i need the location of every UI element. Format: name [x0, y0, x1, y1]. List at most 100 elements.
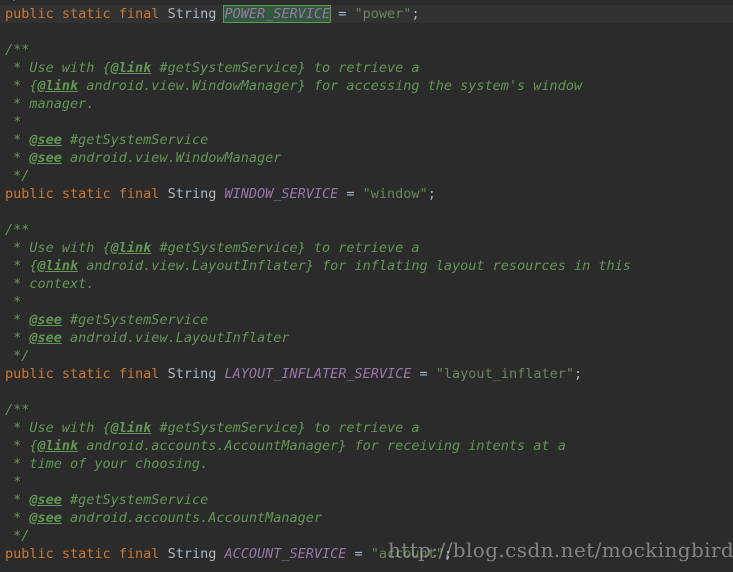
line-inflater-doc-3[interactable]: * context.	[0, 275, 733, 293]
code-token-cmtag: @see	[29, 132, 62, 148]
code-token-punc: ;	[443, 546, 453, 562]
line-inflater-doc-see-2[interactable]: * @see android.view.LayoutInflater	[0, 329, 733, 347]
code-token-cmtag: @see	[29, 312, 62, 328]
line-window-doc-1[interactable]: * Use with {@link #getSystemService} to …	[0, 59, 733, 77]
code-token-cm: */	[5, 348, 30, 364]
code-token-cm: /	[5, 0, 21, 4]
code-token-cm: *	[5, 312, 30, 328]
code-token-cm: *	[5, 114, 22, 130]
code-token-cm: #getSystemService	[61, 492, 209, 508]
code-token-cm: * {	[5, 258, 38, 274]
code-token-cm: *	[5, 150, 30, 166]
code-token-punc: ;	[411, 6, 420, 22]
line-power-service-decl[interactable]: public static final String POWER_SERVICE…	[0, 5, 733, 23]
code-token-cm: *	[5, 294, 22, 310]
code-token-cm: #getSystemService	[61, 132, 209, 148]
code-token-cm: *	[5, 474, 22, 490]
code-token-type: String	[167, 186, 225, 202]
code-token-cm: *	[5, 330, 30, 346]
line-inflater-doc-2[interactable]: * {@link android.view.LayoutInflater} fo…	[0, 257, 733, 275]
code-token-cmtag: @link	[37, 78, 79, 94]
code-token-punc: ;	[573, 366, 583, 382]
line-inflater-doc-see-1[interactable]: * @see #getSystemService	[0, 311, 733, 329]
code-token-cm: */	[5, 528, 30, 544]
line-window-doc-3[interactable]: * manager.	[0, 95, 733, 113]
code-token-cmtag: @see	[29, 150, 62, 166]
code-token-cm: android.view.LayoutInflater} for inflati…	[78, 258, 631, 274]
code-token-cmtag: @link	[37, 438, 79, 454]
line-inflater-doc-4[interactable]: *	[0, 293, 733, 311]
code-token-cm: * time of your choosing.	[5, 456, 209, 472]
code-token-cm: *	[5, 492, 30, 508]
code-token-cmtag: @link	[37, 258, 79, 274]
code-token-cmtag: @see	[29, 510, 62, 526]
code-token-cm: * context.	[5, 276, 95, 292]
code-token-str: "power"	[354, 6, 412, 22]
line-inflater-doc-1[interactable]: * Use with {@link #getSystemService} to …	[0, 239, 733, 257]
code-token-cm: #getSystemService} to retrieve a	[151, 240, 420, 256]
code-token-cm: android.accounts.AccountManager} for rec…	[78, 438, 566, 454]
line-layout-inflater-service-decl[interactable]: public static final String LAYOUT_INFLAT…	[0, 365, 733, 383]
line-window-doc-2[interactable]: * {@link android.view.WindowManager} for…	[0, 77, 733, 95]
code-token-const: WINDOW_SERVICE	[224, 186, 339, 202]
code-token-punc: =	[411, 366, 436, 382]
code-token-str: "layout_inflater"	[435, 366, 574, 382]
line-account-doc-see-1[interactable]: * @see #getSystemService	[0, 491, 733, 509]
code-token-cm: */	[5, 168, 30, 184]
code-token-kw: public static final	[5, 186, 168, 202]
highlighted-identifier: POWER_SERVICE	[223, 5, 332, 23]
code-token-const: LAYOUT_INFLATER_SERVICE	[224, 366, 412, 382]
line-inflater-doc-open[interactable]: /**	[0, 221, 733, 239]
code-token-cm: * manager.	[5, 96, 95, 112]
code-editor[interactable]: /public static final String POWER_SERVIC…	[0, 0, 733, 572]
line-account-doc-close[interactable]: */	[0, 527, 733, 545]
line-account-doc-1[interactable]: * Use with {@link #getSystemService} to …	[0, 419, 733, 437]
code-token-cm: /**	[5, 42, 30, 58]
code-token-type: String	[167, 366, 225, 382]
code-lines-container[interactable]: /public static final String POWER_SERVIC…	[0, 0, 733, 563]
code-token-str: "account"	[370, 546, 444, 562]
code-token-punc: =	[346, 546, 371, 562]
line-inflater-doc-close[interactable]: */	[0, 347, 733, 365]
line-window-doc-see-2[interactable]: * @see android.view.WindowManager	[0, 149, 733, 167]
code-token-const: ACCOUNT_SERVICE	[224, 546, 347, 562]
line-account-service-decl[interactable]: public static final String ACCOUNT_SERVI…	[0, 545, 733, 563]
line-blank-2[interactable]	[0, 203, 733, 221]
code-token-cm: * {	[5, 438, 38, 454]
line-account-doc-see-2[interactable]: * @see android.accounts.AccountManager	[0, 509, 733, 527]
code-token-punc: =	[338, 186, 363, 202]
code-token-cmtag: @link	[110, 240, 152, 256]
code-token-cmtag: @see	[29, 330, 62, 346]
code-token-cm: android.view.LayoutInflater	[61, 330, 290, 346]
line-window-doc-close[interactable]: */	[0, 167, 733, 185]
code-token-cm: * Use with {	[5, 60, 111, 76]
line-blank-3[interactable]	[0, 383, 733, 401]
line-window-doc-4[interactable]: *	[0, 113, 733, 131]
line-account-doc-2[interactable]: * {@link android.accounts.AccountManager…	[0, 437, 733, 455]
code-token-cm: android.accounts.AccountManager	[61, 510, 322, 526]
code-token-cm: #getSystemService} to retrieve a	[151, 420, 420, 436]
code-token-cm: /**	[5, 402, 30, 418]
code-token-kw: public static final	[5, 546, 168, 562]
code-token-punc: ;	[427, 186, 436, 202]
code-token-cm: * Use with {	[5, 420, 111, 436]
line-account-doc-open[interactable]: /**	[0, 401, 733, 419]
line-window-service-decl[interactable]: public static final String WINDOW_SERVIC…	[0, 185, 733, 203]
line-blank-1[interactable]	[0, 23, 733, 41]
line-window-doc-open[interactable]: /**	[0, 41, 733, 59]
code-token-punc: =	[330, 6, 355, 22]
line-account-doc-4[interactable]: *	[0, 473, 733, 491]
code-token-cm: *	[5, 132, 30, 148]
code-token-type: String	[167, 6, 225, 22]
code-token-cm: /**	[5, 222, 30, 238]
code-token-cm: #getSystemService	[61, 312, 209, 328]
line-window-doc-see-1[interactable]: * @see #getSystemService	[0, 131, 733, 149]
code-token-type: String	[167, 546, 225, 562]
code-token-cm: * {	[5, 78, 38, 94]
code-token-kw: public static final	[5, 366, 168, 382]
code-token-cmtag: @see	[29, 492, 62, 508]
code-token-cmtag: @link	[110, 420, 152, 436]
code-token-str: "window"	[362, 186, 428, 202]
code-token-cm: android.view.WindowManager	[61, 150, 282, 166]
line-account-doc-3[interactable]: * time of your choosing.	[0, 455, 733, 473]
